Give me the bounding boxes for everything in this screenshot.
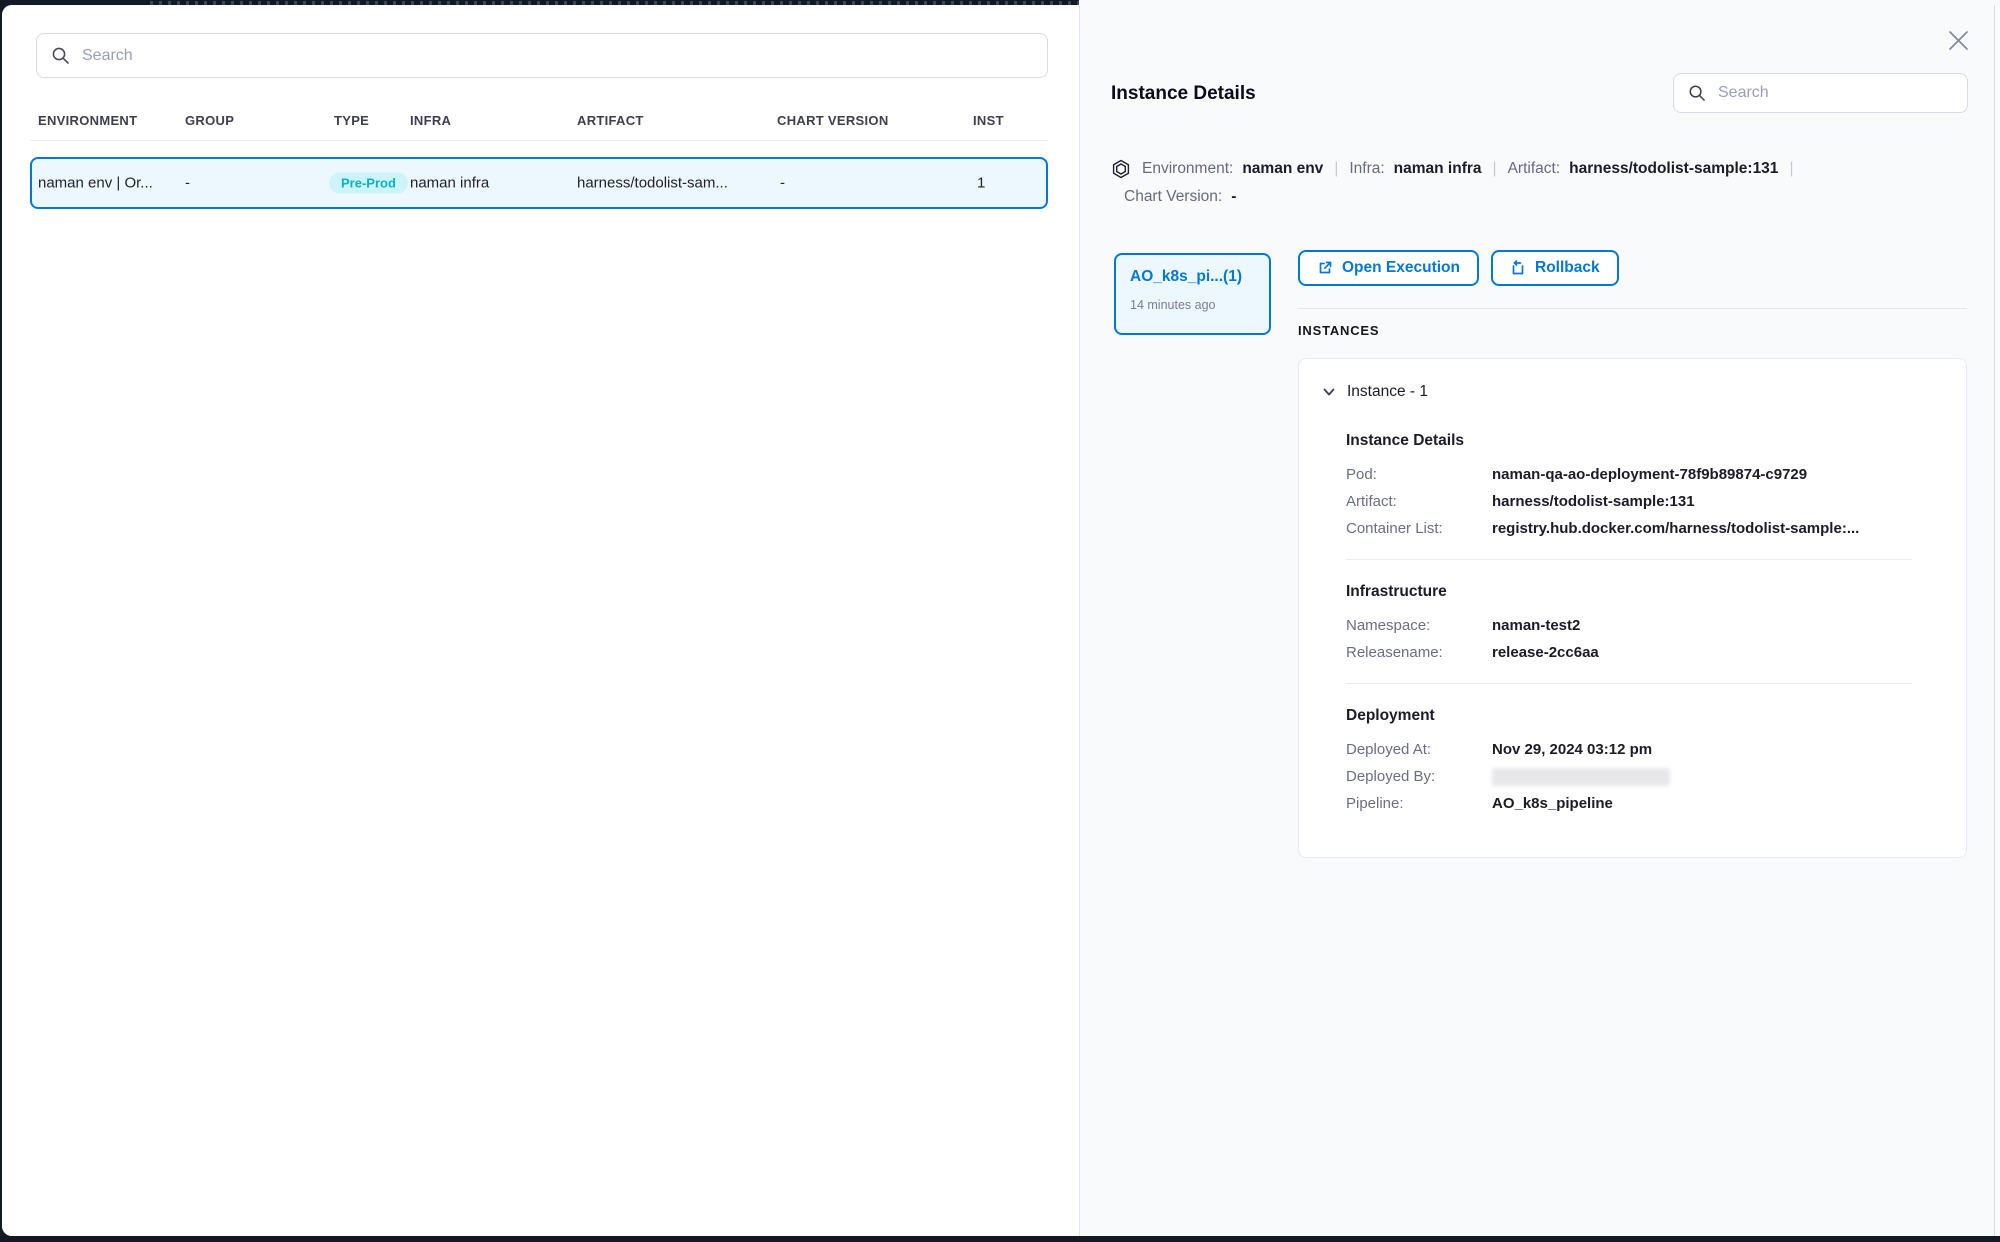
environment-value: naman env [1242, 155, 1323, 183]
kv-label: Pod: [1346, 466, 1492, 483]
chart-version-value: - [1231, 183, 1236, 211]
kv-row-deployed-by: Deployed By: [1346, 763, 1942, 790]
kv-value: registry.hub.docker.com/harness/todolist… [1492, 520, 1859, 537]
column-header-type: TYPE [334, 113, 369, 128]
kv-value: naman-test2 [1492, 617, 1580, 634]
kv-label: Container List: [1346, 520, 1492, 537]
section-divider [1346, 683, 1912, 684]
summary-line-2: Chart Version: - [1124, 183, 1971, 211]
table-header-divider [30, 140, 1048, 141]
deployment-summary: Environment: naman env | Infra: naman in… [1111, 155, 1971, 211]
cell-infra: naman infra [410, 175, 489, 192]
table-search-input[interactable] [80, 46, 1033, 66]
kv-row-namespace: Namespace: naman-test2 [1346, 612, 1942, 639]
instances-heading: INSTANCES [1298, 323, 1379, 338]
instance-body: Instance Details Pod: naman-qa-ao-deploy… [1346, 432, 1942, 817]
infra-value: naman infra [1394, 155, 1482, 183]
panel-search-input[interactable] [1716, 83, 1953, 103]
cell-environment: naman env | Or... [38, 175, 153, 192]
cell-group: - [185, 175, 190, 192]
separator: | [1332, 155, 1340, 183]
kv-label: Namespace: [1346, 617, 1492, 634]
environment-details-modal: ENVIRONMENT GROUP TYPE INFRA ARTIFACT CH… [2, 5, 2000, 1236]
kv-label: Pipeline: [1346, 795, 1492, 812]
instance-details-panel: Instance Details Environment: naman env … [1079, 5, 2000, 1236]
panel-title: Instance Details [1111, 83, 1256, 105]
kv-row-pod: Pod: naman-qa-ao-deployment-78f9b89874-c… [1346, 461, 1942, 488]
pipeline-execution-card[interactable]: AO_k8s_pi...(1) 14 minutes ago [1114, 253, 1271, 335]
open-execution-label: Open Execution [1342, 259, 1460, 277]
kv-row-pipeline: Pipeline: AO_k8s_pipeline [1346, 790, 1942, 817]
open-execution-button[interactable]: Open Execution [1298, 250, 1479, 286]
cell-chart-version: - [780, 175, 785, 192]
cell-artifact: harness/todolist-sam... [577, 175, 728, 192]
action-buttons: Open Execution Rollback [1298, 250, 1619, 286]
kv-label: Deployed At: [1346, 741, 1492, 758]
deployed-by-redacted-value [1492, 768, 1670, 786]
environment-label: Environment: [1142, 155, 1233, 183]
instance-card: Instance - 1 Instance Details Pod: naman… [1298, 358, 1967, 858]
section-heading-deployment: Deployment [1346, 707, 1942, 725]
infra-label: Infra: [1349, 155, 1384, 183]
column-header-infra: INFRA [410, 113, 451, 128]
summary-line-1: Environment: naman env | Infra: naman in… [1111, 155, 1971, 183]
cell-type: Pre-Prod [329, 173, 408, 194]
kv-row-deployed-at: Deployed At: Nov 29, 2024 03:12 pm [1346, 736, 1942, 763]
table-row-selected[interactable]: naman env | Or... - Pre-Prod naman infra… [30, 157, 1048, 209]
kv-row-releasename: Releasename: release-2cc6aa [1346, 639, 1942, 666]
search-icon [51, 46, 70, 65]
cell-inst: 1 [977, 175, 985, 192]
column-header-inst: INST [973, 113, 1004, 128]
artifact-value: harness/todolist-sample:131 [1569, 155, 1778, 183]
kv-value: release-2cc6aa [1492, 644, 1599, 661]
column-header-group: GROUP [185, 113, 234, 128]
column-header-environment: ENVIRONMENT [38, 113, 137, 128]
env-type-badge: Pre-Prod [329, 173, 408, 194]
column-header-chart-version: CHART VERSION [777, 113, 889, 128]
instance-title: Instance - 1 [1347, 383, 1428, 401]
table-search-box[interactable] [36, 33, 1048, 78]
kv-value: AO_k8s_pipeline [1492, 795, 1613, 812]
panel-divider [1298, 308, 1967, 309]
instances-table-section: ENVIRONMENT GROUP TYPE INFRA ARTIFACT CH… [2, 5, 1079, 1236]
kv-value: Nov 29, 2024 03:12 pm [1492, 741, 1652, 758]
kv-label: Releasename: [1346, 644, 1492, 661]
open-execution-icon [1317, 260, 1333, 276]
separator: | [1491, 155, 1499, 183]
kv-row-container-list: Container List: registry.hub.docker.com/… [1346, 515, 1942, 542]
separator: | [1787, 155, 1795, 183]
close-icon[interactable] [1945, 27, 1971, 53]
environment-hexagon-icon [1111, 159, 1131, 179]
kv-label: Deployed By: [1346, 768, 1492, 785]
instance-toggle[interactable]: Instance - 1 [1322, 383, 1942, 401]
pipeline-execution-name: AO_k8s_pi...(1) [1130, 268, 1255, 286]
column-header-artifact: ARTIFACT [577, 113, 644, 128]
section-divider [1346, 559, 1912, 560]
rollback-label: Rollback [1535, 259, 1600, 277]
kv-label: Artifact: [1346, 493, 1492, 510]
chevron-down-icon [1322, 385, 1336, 399]
section-heading-instance-details: Instance Details [1346, 432, 1942, 450]
artifact-label: Artifact: [1508, 155, 1561, 183]
panel-search-box[interactable] [1673, 73, 1968, 113]
kv-row-artifact: Artifact: harness/todolist-sample:131 [1346, 488, 1942, 515]
kv-value: harness/todolist-sample:131 [1492, 493, 1695, 510]
pipeline-execution-time: 14 minutes ago [1130, 298, 1255, 312]
kv-value: naman-qa-ao-deployment-78f9b89874-c9729 [1492, 466, 1807, 483]
rollback-icon [1510, 260, 1526, 276]
search-icon [1688, 84, 1706, 102]
panel-scrollbar-track [1994, 5, 2000, 1236]
chart-version-label: Chart Version: [1124, 183, 1222, 211]
rollback-button[interactable]: Rollback [1491, 250, 1619, 286]
section-heading-infrastructure: Infrastructure [1346, 583, 1942, 601]
